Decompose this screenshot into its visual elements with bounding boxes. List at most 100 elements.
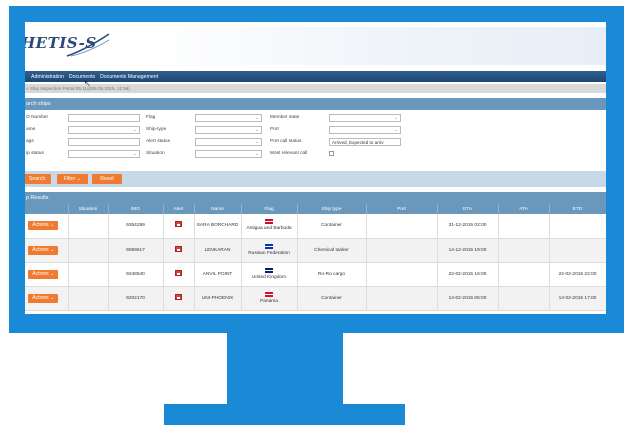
ship-status-label: ip status	[26, 151, 44, 156]
eta-cell: 22-02-2015 16:00	[437, 262, 499, 287]
column-header[interactable]: IMO	[108, 204, 164, 214]
search-button-bar: Search Filter ⌄ Reset	[25, 171, 606, 187]
flag-cell: Antigua and Barbuda	[241, 214, 298, 239]
mouse-cursor-icon: ↖	[84, 79, 91, 88]
etd-cell: 22-02-2015 22:00	[549, 262, 606, 287]
chevron-down-icon: ⌄	[50, 222, 55, 229]
table-row: Actions ⌄ 9202170 UNI-PHOENIX Panama Contain…	[25, 286, 606, 311]
menu-item-documents-management[interactable]: Documents Management	[100, 74, 158, 80]
imo-cell: 9354299	[108, 214, 164, 239]
table-row: Actions ⌄ 9248540 ANVIL POINT United Kingdo…	[25, 262, 606, 287]
alert-cell	[163, 238, 195, 263]
flag-name: Antigua and Barbuda	[246, 226, 292, 232]
name-cell[interactable]: UNI-PHOENIX	[194, 286, 242, 311]
column-header[interactable]: ATA	[498, 204, 550, 214]
actions-cell: Actions ⌄	[25, 262, 69, 287]
column-header[interactable]: Flag	[241, 204, 298, 214]
alert-icon[interactable]	[175, 293, 182, 300]
flag-cell: Panama	[241, 286, 298, 311]
alert-icon[interactable]	[175, 245, 182, 252]
filter-button[interactable]: Filter ⌄	[57, 174, 88, 184]
ata-cell	[498, 238, 550, 263]
actions-label: Actions	[32, 222, 49, 229]
search-section-title: arch ships	[25, 98, 606, 110]
ship-type-cell: Ro-Ro cargo	[297, 262, 367, 287]
most-relevant-call-checkbox[interactable]	[329, 151, 334, 156]
alert-icon[interactable]	[175, 221, 182, 228]
etd-cell	[549, 214, 606, 239]
flag-icon	[265, 267, 273, 273]
calls-input[interactable]	[68, 138, 140, 146]
most-relevant-call-label: Most relevant call	[270, 151, 308, 156]
column-header[interactable]: ETA	[437, 204, 499, 214]
eta-cell: 31-12-2015 02:00	[437, 214, 499, 239]
chevron-down-icon: ⌄	[76, 176, 82, 182]
name-select[interactable]: ⌄	[68, 126, 140, 134]
chevron-down-icon: ⌄	[132, 151, 137, 157]
alert-cell	[163, 214, 195, 239]
actions-button[interactable]: Actions ⌄	[28, 293, 59, 303]
alert-status-select[interactable]: ⌄	[195, 138, 262, 146]
etd-cell: 14-02-2015 17:00	[549, 286, 606, 311]
name-cell[interactable]: ANVIL POINT	[194, 262, 242, 287]
member-state-label: Member state	[270, 115, 300, 120]
actions-cell: Actions ⌄	[25, 286, 69, 311]
app-screen: HETIS-S Administration Documents Documen…	[25, 22, 606, 314]
ship-type-select[interactable]: ⌄	[195, 126, 262, 134]
monitor-stand-base	[164, 404, 405, 425]
situation-label: Situation	[146, 151, 165, 156]
situation-select[interactable]: ⌄	[195, 150, 262, 158]
calls-label: ags	[26, 139, 34, 144]
ship-type-cell: Container	[297, 214, 367, 239]
flag-select[interactable]: ⌄	[195, 114, 262, 122]
header-banner: HETIS-S	[25, 22, 606, 71]
actions-button[interactable]: Actions ⌄	[28, 269, 59, 279]
name-label: ame	[26, 127, 36, 132]
port-call-status-select[interactable]: Arrived, Expected to arriv	[329, 138, 401, 146]
column-header[interactable]: Alert	[163, 204, 195, 214]
actions-button[interactable]: Actions ⌄	[28, 245, 59, 255]
imo-cell: 9248540	[108, 262, 164, 287]
column-header[interactable]: Port	[366, 204, 438, 214]
chevron-down-icon: ⌄	[50, 246, 55, 253]
actions-label: Actions	[32, 246, 49, 253]
chevron-down-icon: ⌄	[50, 270, 55, 277]
flag-name: United Kingdom	[251, 274, 287, 280]
column-header[interactable]: Name	[194, 204, 242, 214]
ship-status-select[interactable]: ⌄	[68, 150, 140, 158]
ata-cell	[498, 214, 550, 239]
reset-button[interactable]: Reset	[92, 174, 122, 184]
chevron-down-icon: ⌄	[50, 294, 55, 301]
column-header[interactable]: ETD	[549, 204, 606, 214]
results-table: Situation IMO Alert Name Flag Ship type …	[25, 204, 606, 311]
search-button[interactable]: Search	[25, 174, 51, 184]
menu-item-documents[interactable]: Documents	[69, 74, 95, 80]
breadcrumb: » Ship Inspection Portal 05.11@06.05.201…	[25, 84, 606, 93]
member-state-select[interactable]: ⌄	[329, 114, 401, 122]
header-background	[143, 27, 606, 65]
alert-icon[interactable]	[175, 269, 182, 276]
table-row: Actions ⌄ 9069617 LENKARAN Russian Federati…	[25, 238, 606, 263]
port-select[interactable]: ⌄	[329, 126, 401, 134]
column-header[interactable]: Ship type	[297, 204, 367, 214]
ship-type-cell: Container	[297, 286, 367, 311]
main-menu: Administration Documents Documents Manag…	[25, 71, 606, 82]
situation-cell	[68, 214, 109, 239]
chevron-down-icon: ⌄	[254, 151, 259, 157]
actions-label: Actions	[32, 270, 49, 277]
flag-label: Flag	[146, 115, 156, 120]
ship-type-cell: Chemical tanker	[297, 238, 367, 263]
flag-icon	[265, 291, 273, 297]
name-cell[interactable]: LENKARAN	[194, 238, 242, 263]
flag-name: Russian Federation	[248, 250, 290, 256]
port-cell	[366, 238, 438, 263]
eta-cell: 14-02-2015 06:00	[437, 286, 499, 311]
column-header[interactable]: Situation	[68, 204, 109, 214]
imo-input[interactable]	[68, 114, 140, 122]
port-cell	[366, 286, 438, 311]
actions-button[interactable]: Actions ⌄	[28, 221, 59, 231]
table-row: Actions ⌄ 9354299 SARA BORCHARD Antigua and…	[25, 214, 606, 239]
menu-item-administration[interactable]: Administration	[31, 74, 64, 80]
name-cell[interactable]: SARA BORCHARD	[194, 214, 242, 239]
logo-swoosh-icon	[66, 33, 110, 57]
